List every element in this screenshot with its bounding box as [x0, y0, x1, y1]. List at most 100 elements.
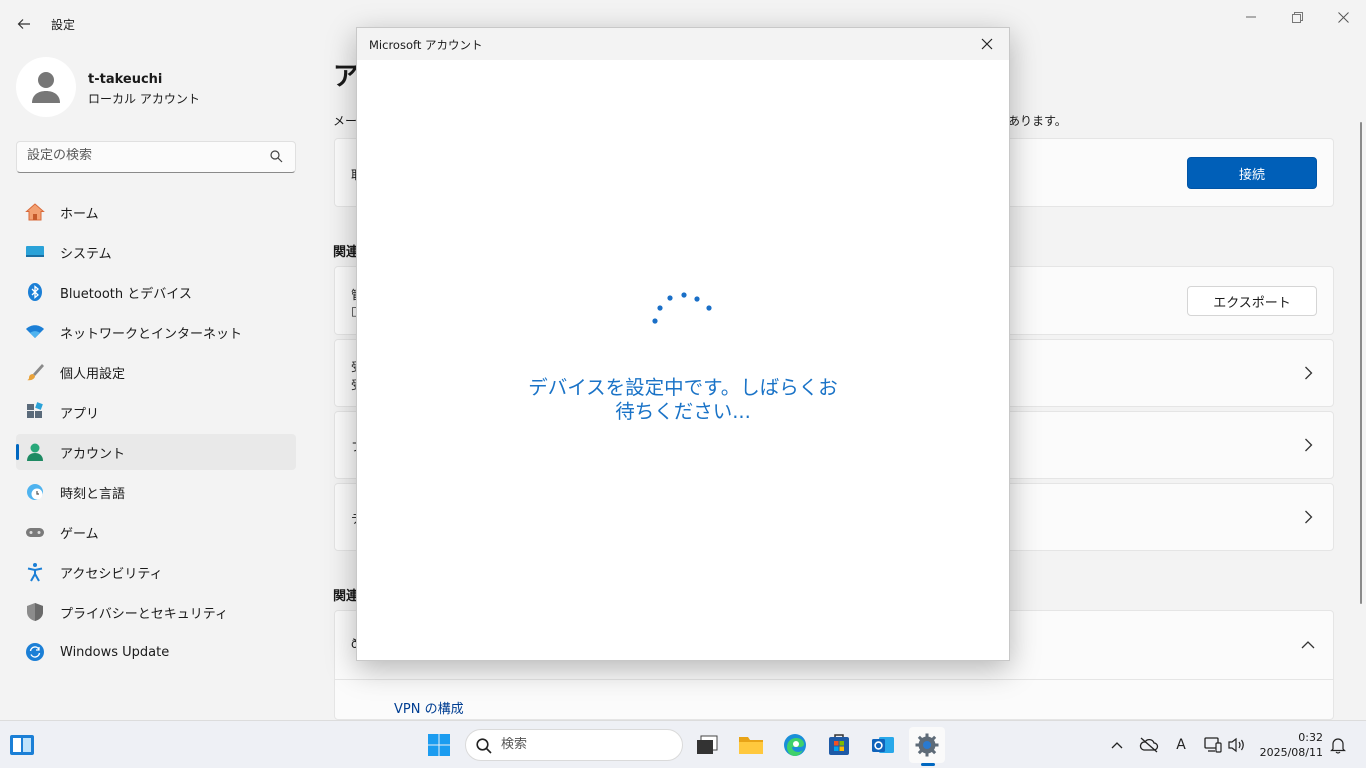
sidebar-nav: ホーム システム Bluetooth とデバイス ネットワークとインターネット … [16, 194, 296, 674]
update-icon [26, 643, 44, 661]
clock-date: 2025/08/11 [1259, 746, 1323, 759]
sidebar-item-label: アプリ [60, 406, 100, 422]
settings-search[interactable] [16, 141, 296, 173]
sidebar-item-label: Windows Update [60, 644, 170, 660]
dialog-close-button[interactable] [975, 34, 999, 54]
dialog-message: デバイスを設定中です。しばらくお 待ちください... [507, 376, 859, 424]
chevron-up-icon [1111, 742, 1123, 749]
sidebar-item-label: 個人用設定 [60, 366, 126, 382]
sidebar-item-apps[interactable]: アプリ [16, 394, 296, 430]
time-language-icon [27, 484, 43, 500]
scrollbar[interactable] [1360, 122, 1362, 604]
chevron-right-icon [1305, 438, 1313, 452]
sidebar-item-label: 時刻と言語 [60, 486, 126, 502]
search-input[interactable] [27, 148, 257, 163]
show-hidden-icons-button[interactable] [1107, 735, 1127, 755]
onedrive-status-button[interactable] [1139, 735, 1159, 755]
clock-time: 0:32 [1298, 731, 1323, 744]
cloud-off-icon [1139, 737, 1159, 753]
network-button[interactable] [1203, 735, 1223, 755]
bluetooth-icon [28, 283, 42, 301]
store-icon [829, 734, 849, 755]
search-icon [270, 150, 283, 163]
app-title: 設定 [51, 18, 76, 32]
network-icon [1204, 737, 1222, 753]
dialog-title: Microsoft アカウント [369, 38, 483, 52]
sidebar-item-network[interactable]: ネットワークとインターネット [16, 314, 296, 350]
sidebar-item-bluetooth[interactable]: Bluetooth とデバイス [16, 274, 296, 310]
sidebar-item-accounts[interactable]: アカウント [16, 434, 296, 470]
chevron-up-icon[interactable] [1300, 637, 1316, 653]
task-view-button[interactable] [689, 727, 725, 763]
sidebar-item-personalization[interactable]: 個人用設定 [16, 354, 296, 390]
back-button[interactable] [12, 12, 36, 36]
sidebar-item-home[interactable]: ホーム [16, 194, 296, 230]
file-explorer-button[interactable] [733, 727, 769, 763]
restore-icon [1291, 11, 1303, 23]
dialog-message-line: デバイスを設定中です。しばらくお [528, 376, 838, 399]
vpn-config-link[interactable]: VPN の構成 [394, 698, 464, 717]
widgets-icon[interactable] [8, 733, 36, 757]
sidebar-item-privacy[interactable]: プライバシーとセキュリティ [16, 594, 296, 630]
ime-mode-indicator[interactable]: A [1171, 735, 1191, 755]
connect-button[interactable]: 接続 [1187, 157, 1317, 189]
sidebar-item-system[interactable]: システム [16, 234, 296, 270]
sidebar-item-label: アクセシビリティ [60, 566, 163, 582]
store-button[interactable] [821, 727, 857, 763]
home-icon [25, 203, 45, 221]
brush-icon [27, 364, 44, 381]
page-description: メー [333, 114, 358, 128]
user-icon [32, 72, 60, 103]
edge-icon [784, 734, 806, 756]
sidebar-item-label: アカウント [60, 446, 126, 462]
page-description-end: あります。 [1008, 114, 1067, 128]
arrow-left-icon [17, 19, 30, 29]
windows-logo-icon [428, 734, 450, 756]
close-icon [1337, 11, 1349, 23]
chevron-right-icon [1305, 366, 1313, 380]
avatar[interactable] [16, 57, 76, 117]
start-button[interactable] [421, 727, 457, 763]
profile-name: t-takeuchi [88, 72, 163, 87]
accessibility-icon [27, 563, 43, 582]
settings-taskbar-button[interactable] [909, 727, 945, 763]
profile-account-type: ローカル アカウント [88, 92, 200, 106]
active-app-indicator [921, 763, 935, 766]
sidebar-item-windows-update[interactable]: Windows Update [16, 634, 296, 670]
close-icon [981, 38, 993, 50]
sidebar-item-label: ホーム [60, 206, 99, 222]
sidebar-item-accessibility[interactable]: アクセシビリティ [16, 554, 296, 590]
minimize-icon [1246, 16, 1256, 18]
minimize-button[interactable] [1239, 8, 1263, 26]
apps-icon [27, 402, 43, 418]
speaker-icon [1228, 737, 1244, 753]
sidebar-item-gaming[interactable]: ゲーム [16, 514, 296, 550]
volume-button[interactable] [1227, 735, 1247, 755]
gamepad-icon [26, 528, 44, 537]
loading-spinner-icon [652, 292, 712, 324]
notifications-button[interactable] [1328, 735, 1348, 755]
task-view-icon [697, 735, 718, 754]
close-window-button[interactable] [1331, 8, 1355, 26]
shield-icon [27, 603, 43, 621]
microsoft-account-dialog: Microsoft アカウント デバイスを設定中です。しばらくお 待ちください.… [356, 27, 1010, 661]
taskbar-search-input[interactable] [501, 737, 661, 752]
maximize-button[interactable] [1285, 8, 1309, 26]
dialog-message-line: 待ちください... [615, 400, 751, 423]
outlook-button[interactable] [865, 727, 901, 763]
system-clock[interactable]: 0:32 2025/08/11 [1255, 730, 1323, 760]
sidebar-item-label: システム [60, 246, 112, 262]
system-icon [26, 246, 44, 257]
sidebar-item-time-language[interactable]: 時刻と言語 [16, 474, 296, 510]
gear-icon [915, 733, 939, 757]
folder-icon [739, 737, 763, 754]
export-button[interactable]: エクスポート [1187, 286, 1317, 316]
search-icon [476, 738, 492, 754]
edge-button[interactable] [777, 727, 813, 763]
account-icon [27, 443, 43, 461]
taskbar-search[interactable] [465, 729, 683, 761]
chevron-right-icon [1305, 510, 1313, 524]
divider [335, 679, 1333, 680]
dialog-titlebar: Microsoft アカウント [357, 28, 1009, 60]
sidebar-item-label: Bluetooth とデバイス [60, 286, 192, 302]
